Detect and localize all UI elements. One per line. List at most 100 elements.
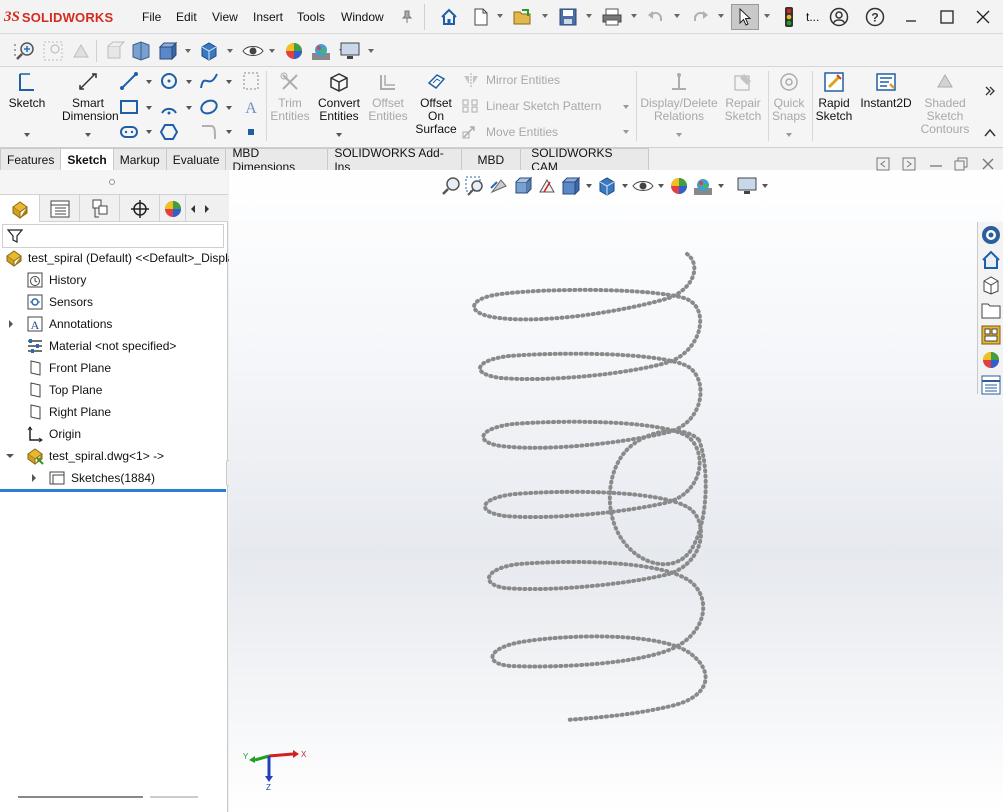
pane-expand-icon[interactable] [902, 157, 916, 171]
menu-tools[interactable]: Tools [297, 10, 325, 24]
polygon-icon[interactable] [158, 121, 180, 143]
tree-item-right-plane[interactable]: Right Plane [25, 401, 111, 423]
horizontal-scrollbar[interactable] [18, 796, 143, 798]
appearances-icon[interactable] [979, 348, 1003, 372]
spline-icon[interactable] [198, 70, 220, 92]
expand-annotations-icon[interactable] [8, 320, 14, 328]
tab-solidworks-cam[interactable]: SOLIDWORKS CAM [520, 146, 649, 174]
home-icon[interactable] [438, 6, 460, 28]
tree-item-material[interactable]: Material <not specified> [25, 335, 176, 357]
zoom-to-area-icon[interactable] [42, 40, 64, 62]
propertymanager-tab-icon[interactable] [40, 195, 80, 222]
display-style-icon[interactable] [198, 40, 220, 62]
point-icon[interactable] [240, 121, 262, 143]
rectangle-icon[interactable] [118, 96, 140, 118]
fillet-icon[interactable] [198, 121, 220, 143]
move-entities-button[interactable]: Move Entities [462, 125, 558, 139]
save-icon[interactable] [557, 6, 579, 28]
tab-solidworks-add-ins[interactable]: SOLIDWORKS Add-Ins [327, 146, 462, 174]
panel-grip[interactable] [0, 170, 228, 194]
dynamic-annotation-icon[interactable] [130, 40, 152, 62]
display-delete-relations-button[interactable]: Display/Delete Relations [640, 71, 718, 123]
featuremanager-tab-icon[interactable] [0, 195, 40, 222]
quick-snaps-button[interactable]: Quick Snaps [770, 71, 808, 123]
doc-close-icon[interactable] [981, 157, 995, 171]
section-view-icon[interactable] [104, 40, 126, 62]
view-orientation-icon[interactable] [157, 40, 179, 62]
spiral-sketch-geometry[interactable] [229, 170, 1003, 812]
tree-item-sketches[interactable]: Sketches(1884) [47, 467, 155, 489]
collapse-dwg-icon[interactable] [6, 453, 14, 459]
apply-scene-icon[interactable] [310, 40, 332, 62]
tree-rollback-bar[interactable] [0, 489, 226, 492]
dimxpert-tab-icon[interactable] [120, 195, 160, 222]
print-icon[interactable] [601, 6, 623, 28]
tree-item-history[interactable]: History [25, 269, 86, 291]
scroll-left-icon[interactable] [186, 195, 200, 222]
tree-item-front-plane[interactable]: Front Plane [25, 357, 111, 379]
zoom-to-fit-icon[interactable] [14, 40, 36, 62]
instant2d-button[interactable]: Instant2D [858, 71, 914, 110]
tree-item-annotations[interactable]: A Annotations [25, 313, 112, 335]
pin-icon[interactable] [396, 6, 418, 28]
tab-mbd-dimensions[interactable]: MBD Dimensions [225, 146, 329, 174]
select-pointer-icon[interactable] [731, 4, 759, 30]
edit-appearance-icon[interactable] [283, 40, 305, 62]
help-icon[interactable]: ? [864, 6, 886, 28]
pane-collapse-icon[interactable] [876, 157, 890, 171]
tab-features[interactable]: Features [0, 148, 62, 170]
menu-insert[interactable]: Insert [253, 10, 283, 24]
rapid-sketch-button[interactable]: Rapid Sketch [814, 71, 854, 123]
hide-show-items-icon[interactable] [242, 40, 264, 62]
menu-edit[interactable]: Edit [176, 10, 197, 24]
shaded-sketch-contours-button[interactable]: Shaded Sketch Contours [918, 71, 972, 136]
doc-minimize-icon[interactable] [930, 164, 942, 168]
sketch-button[interactable]: Sketch [8, 71, 46, 110]
open-folder-icon[interactable] [512, 6, 534, 28]
tree-filter-box[interactable] [2, 224, 224, 248]
design-library-icon[interactable] [979, 273, 1003, 297]
solidworks-logo[interactable]: 3S SOLIDWORKS [4, 8, 113, 26]
menu-file[interactable]: File [142, 10, 161, 24]
view-settings-icon[interactable] [339, 40, 361, 62]
solidworks-resources-icon[interactable] [979, 223, 1003, 247]
graphics-area[interactable]: X Y Z [229, 157, 1003, 812]
tree-item-origin[interactable]: Origin [25, 423, 81, 445]
text-icon[interactable]: A [240, 96, 262, 118]
tree-item-sensors[interactable]: Sensors [25, 291, 93, 313]
trim-entities-button[interactable]: Trim Entities [268, 71, 312, 123]
arc-icon[interactable] [158, 96, 180, 118]
custom-properties-icon[interactable] [979, 373, 1003, 397]
scroll-right-icon[interactable] [200, 195, 214, 222]
convert-entities-button[interactable]: Convert Entities [316, 71, 362, 123]
tree-root-part[interactable]: test_spiral (Default) <<Default>_Displa [4, 247, 234, 269]
menu-window[interactable]: Window [341, 10, 384, 24]
maximize-icon[interactable] [934, 5, 960, 29]
configurationmanager-tab-icon[interactable] [80, 195, 120, 222]
tab-markup[interactable]: Markup [112, 148, 167, 170]
reference-triad[interactable]: X Y Z [241, 744, 311, 792]
linear-sketch-pattern-button[interactable]: Linear Sketch Pattern [462, 99, 601, 113]
file-explorer-icon[interactable] [979, 298, 1003, 322]
home-icon[interactable] [979, 248, 1003, 272]
tab-sketch[interactable]: Sketch [60, 148, 114, 170]
redo-icon[interactable] [689, 6, 711, 28]
construction-geometry-icon[interactable] [240, 70, 262, 92]
line-icon[interactable] [118, 70, 140, 92]
rebuild-traffic-light-icon[interactable] [778, 6, 800, 28]
mirror-entities-button[interactable]: Mirror Entities [462, 73, 560, 87]
undo-icon[interactable] [645, 6, 667, 28]
expand-sketches-icon[interactable] [31, 474, 37, 482]
ellipse-icon[interactable] [198, 96, 220, 118]
slot-icon[interactable] [118, 121, 140, 143]
smart-dimension-button[interactable]: Smart Dimension [62, 71, 119, 123]
display-manager-tab-icon[interactable] [160, 195, 186, 222]
view-palette-icon[interactable] [979, 323, 1003, 347]
offset-on-surface-button[interactable]: Offset On Surface [414, 71, 458, 136]
user-account-icon[interactable] [828, 6, 850, 28]
repair-sketch-button[interactable]: Repair Sketch [722, 71, 764, 123]
menu-view[interactable]: View [212, 10, 238, 24]
collapse-ribbon-icon[interactable] [980, 123, 1000, 143]
offset-entities-button[interactable]: Offset Entities [366, 71, 410, 123]
tree-item-dwg[interactable]: test_spiral.dwg<1> -> [25, 445, 164, 467]
